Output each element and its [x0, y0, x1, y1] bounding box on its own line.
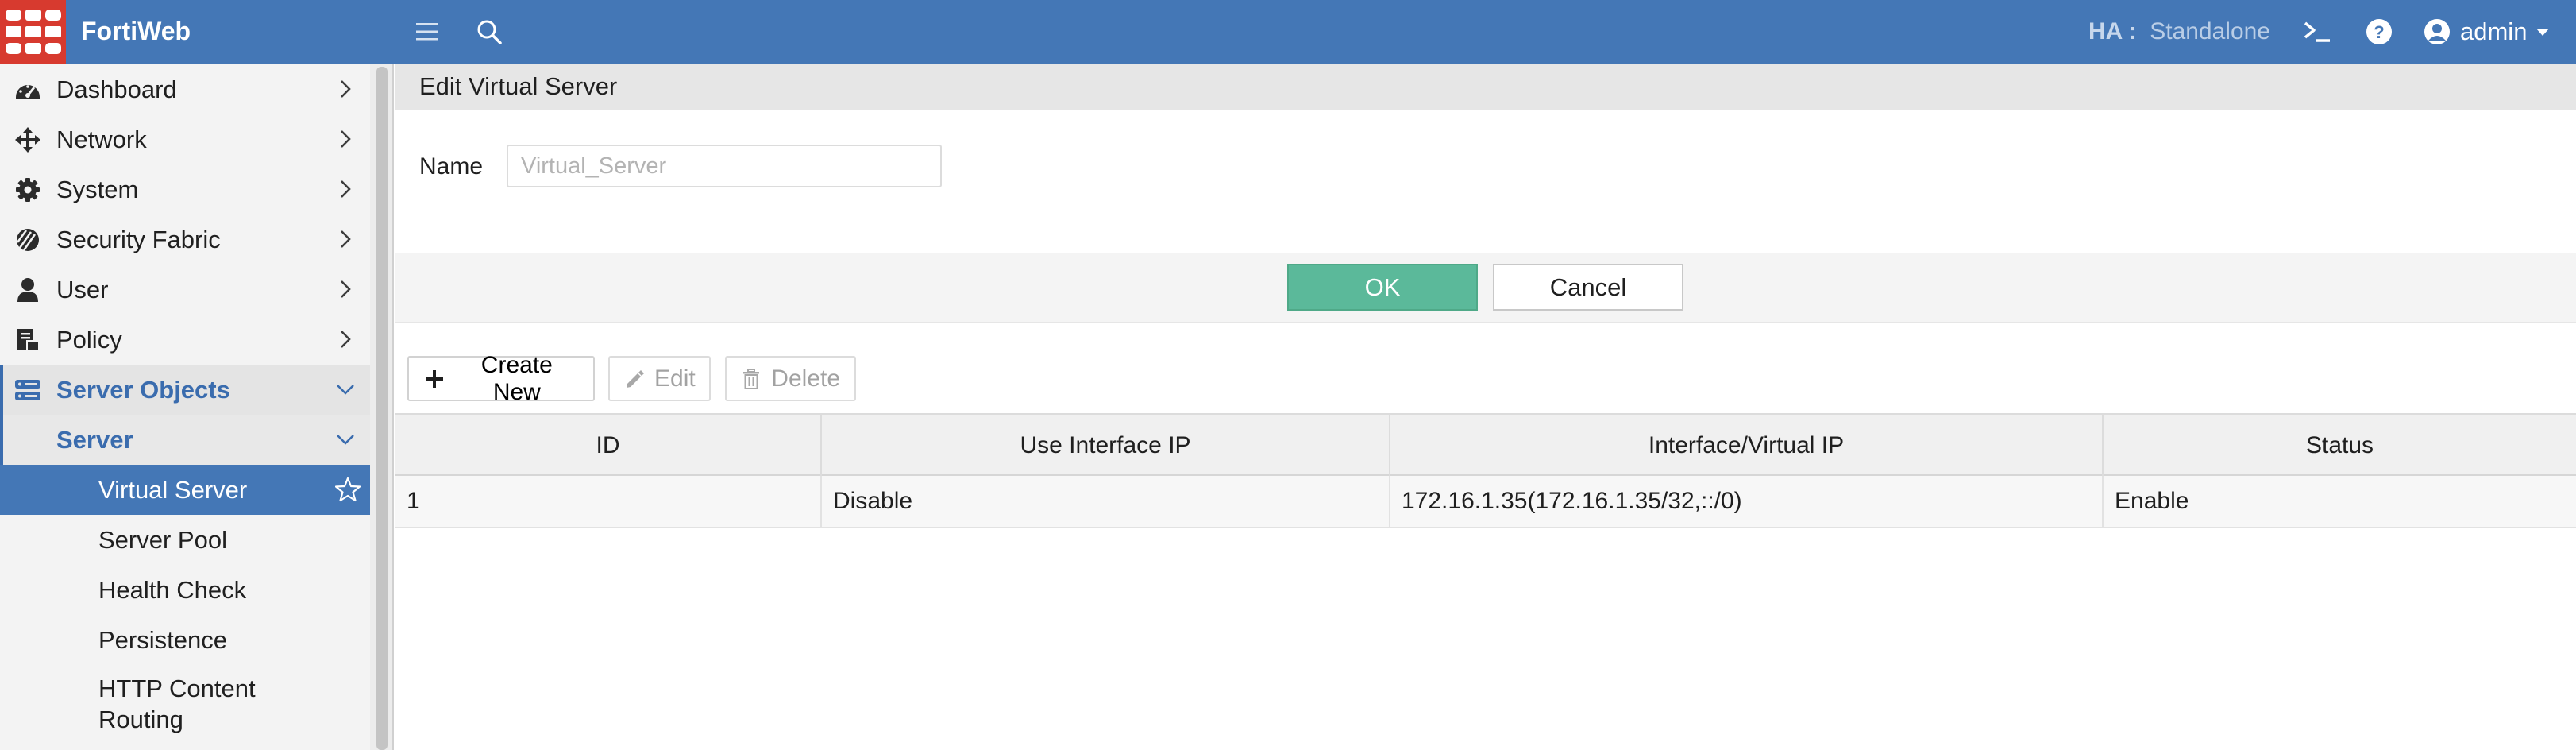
server-stack-icon — [14, 377, 41, 403]
ha-label: HA : — [2088, 18, 2137, 44]
cell-id: 1 — [395, 476, 822, 527]
sidebar-item-server-objects[interactable]: Server Objects — [0, 365, 370, 415]
chevron-right-icon — [341, 230, 351, 248]
section-header: Edit Virtual Server — [395, 64, 2576, 110]
delete-label: Delete — [771, 365, 840, 392]
terminal-prompt-icon[interactable] — [2301, 16, 2333, 48]
sidebar-item-system[interactable]: System — [0, 164, 370, 215]
sidebar-item-server-pool[interactable]: Server Pool — [0, 515, 370, 565]
user-name: admin — [2460, 17, 2528, 45]
cell-interface-virtual-ip: 172.16.1.35(172.16.1.35/32,::/0) — [1390, 476, 2104, 527]
sidebar-item-label: User — [56, 275, 109, 303]
gear-icon — [14, 177, 41, 203]
pencil-icon — [624, 368, 645, 390]
chevron-right-icon — [341, 180, 351, 198]
trash-icon — [741, 368, 762, 390]
sidebar-item-health-check[interactable]: Health Check — [0, 565, 370, 615]
sidebar-item-network[interactable]: Network — [0, 114, 370, 164]
name-input[interactable] — [507, 145, 942, 188]
column-header-interface-virtual-ip[interactable]: Interface/Virtual IP — [1390, 415, 2104, 476]
cell-use-interface-ip: Disable — [822, 476, 1390, 527]
security-fabric-icon — [14, 227, 41, 253]
ok-button[interactable]: OK — [1287, 264, 1478, 311]
chevron-right-icon — [341, 80, 351, 98]
sidebar-item-label: Persistence — [98, 625, 227, 654]
edit-label: Edit — [654, 365, 696, 392]
main-panel: Edit Virtual Server Name OK Cancel Creat… — [395, 64, 2576, 750]
column-header-use-interface-ip[interactable]: Use Interface IP — [822, 415, 1390, 476]
sidebar-item-user[interactable]: User — [0, 265, 370, 315]
sidebar-item-label: Server Pool — [98, 525, 227, 554]
sidebar-item-label: Security Fabric — [56, 225, 221, 253]
sidebar-item-virtual-server[interactable]: Virtual Server — [0, 465, 370, 515]
cell-status: Enable — [2115, 488, 2189, 514]
chevron-down-icon — [337, 385, 354, 395]
question-circle-icon[interactable]: ? — [2363, 16, 2395, 48]
chevron-right-icon — [341, 130, 351, 148]
form-actions-bar — [395, 253, 2576, 323]
edit-button[interactable]: Edit — [608, 356, 711, 401]
plus-icon — [423, 368, 445, 390]
cancel-button[interactable]: Cancel — [1493, 264, 1683, 311]
sidebar-item-label: System — [56, 175, 139, 203]
sidebar-item-label: Network — [56, 125, 147, 153]
table-header: ID Use Interface IP Interface/Virtual IP… — [395, 413, 2576, 476]
create-new-label: Create New — [480, 351, 553, 405]
svg-text:?: ? — [2374, 22, 2384, 42]
sidebar-item-dashboard[interactable]: Dashboard — [0, 64, 370, 114]
sidebar-item-label: Policy — [56, 325, 122, 354]
fortinet-grid-icon — [6, 10, 61, 54]
user-menu[interactable]: admin — [2424, 16, 2550, 48]
sidebar: Dashboard Network System Security Fabric… — [0, 64, 370, 750]
sidebar-item-security-fabric[interactable]: Security Fabric — [0, 215, 370, 265]
user-icon — [14, 277, 41, 303]
table-row[interactable]: 1 Disable 172.16.1.35(172.16.1.35/32,::/… — [395, 476, 2576, 528]
column-header-id[interactable]: ID — [395, 415, 822, 476]
hamburger-menu-icon[interactable] — [411, 16, 443, 48]
column-header-status[interactable]: Status — [2104, 415, 2576, 476]
sidebar-item-http-content-routing[interactable]: HTTP Content Routing — [0, 665, 370, 733]
search-icon[interactable] — [473, 16, 505, 48]
star-outline-icon[interactable] — [335, 477, 361, 502]
app-brand: FortiWeb — [81, 17, 191, 45]
sidebar-item-label: HTTP Content Routing — [98, 675, 256, 733]
name-label: Name — [419, 153, 484, 180]
chevron-down-icon — [337, 435, 354, 445]
fortinet-logo[interactable] — [0, 0, 66, 64]
page-title: Edit Virtual Server — [419, 72, 618, 100]
sidebar-item-policy[interactable]: Policy — [0, 315, 370, 365]
arrows-move-icon — [14, 127, 41, 153]
top-bar: FortiWeb HA : Standalone ? admin — [0, 0, 2576, 64]
create-new-button[interactable]: Create New — [407, 352, 595, 405]
chevron-down-icon — [2536, 28, 2550, 36]
sidebar-item-persistence[interactable]: Persistence — [0, 615, 370, 665]
policy-document-icon — [14, 327, 41, 353]
dashboard-gauge-icon — [14, 77, 41, 102]
sidebar-scrollbar-thumb[interactable] — [376, 67, 388, 750]
sidebar-item-label: Server Objects — [56, 375, 230, 404]
delete-button[interactable]: Delete — [725, 356, 856, 401]
sidebar-item-label: Dashboard — [56, 75, 177, 103]
ha-status: HA : Standalone — [2088, 16, 2270, 48]
chevron-right-icon — [341, 280, 351, 298]
sidebar-item-label: Server — [56, 425, 133, 454]
user-circle-icon — [2424, 19, 2450, 44]
sidebar-item-server[interactable]: Server — [0, 415, 370, 465]
sidebar-item-label: Health Check — [98, 575, 247, 604]
sidebar-item-label: Virtual Server — [98, 475, 248, 504]
ha-value: Standalone — [2150, 18, 2271, 44]
chevron-right-icon — [341, 331, 351, 348]
